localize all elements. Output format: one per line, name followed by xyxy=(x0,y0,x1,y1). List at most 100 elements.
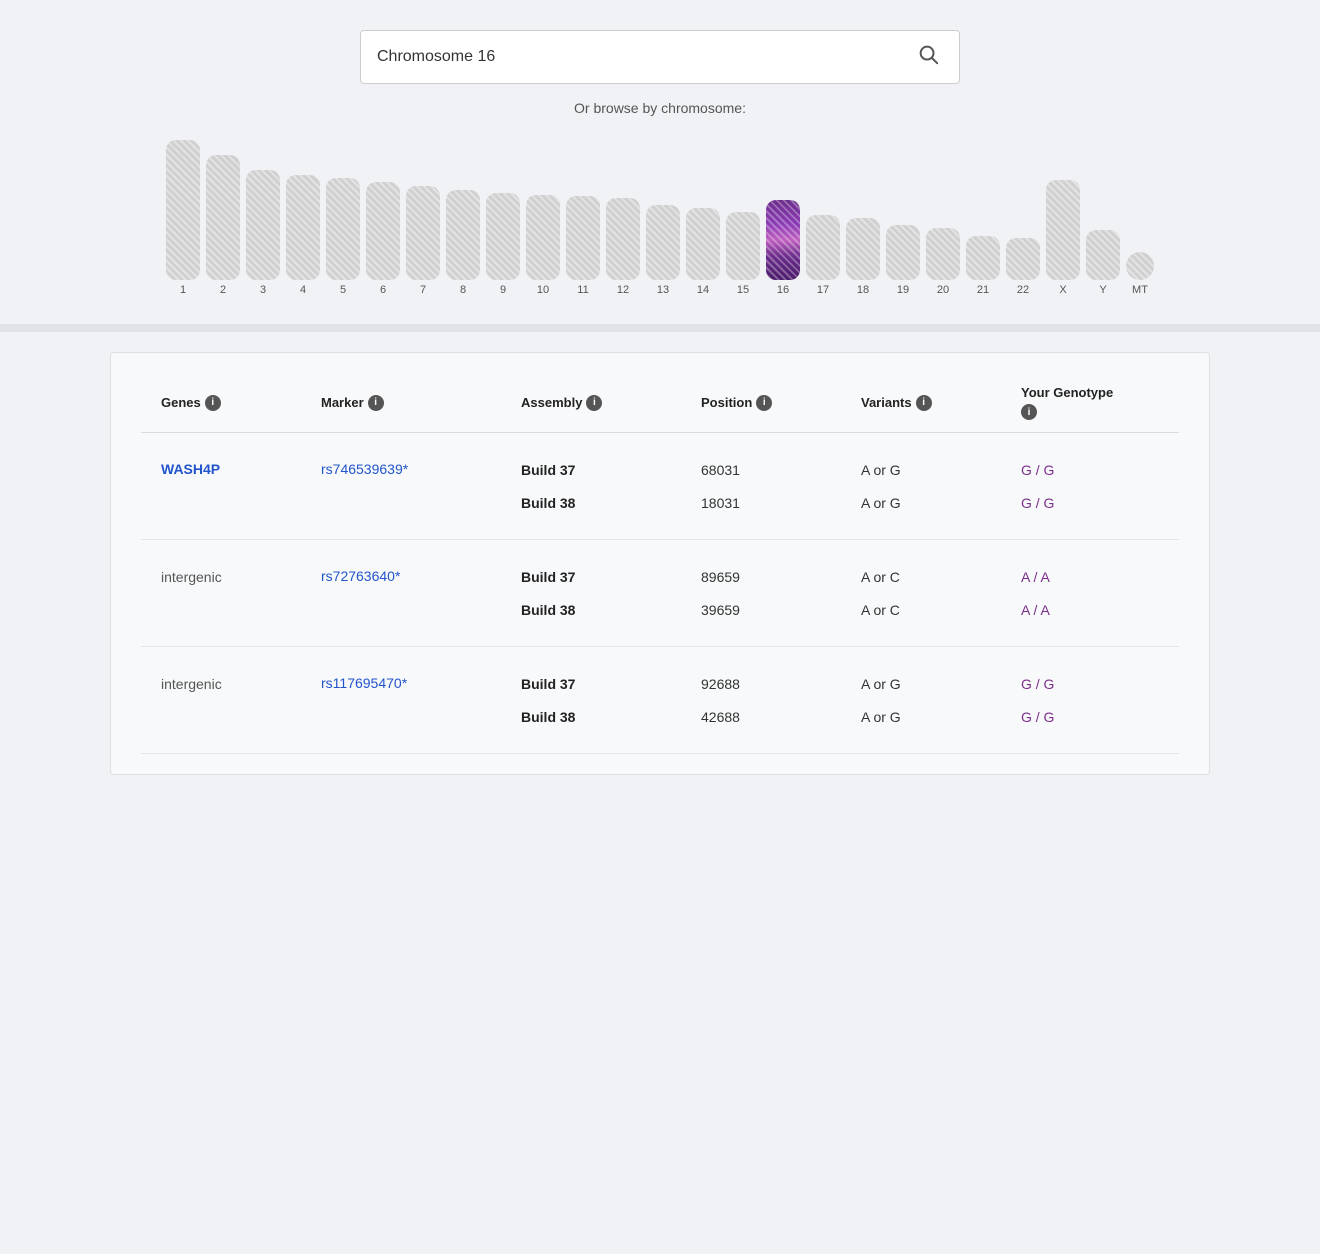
chromosome-16[interactable]: 16 xyxy=(766,200,800,296)
chromosome-17[interactable]: 17 xyxy=(806,215,840,296)
chromosome-12[interactable]: 12 xyxy=(606,198,640,296)
variants-cell: A or C xyxy=(861,569,1021,585)
chromosome-label-16: 16 xyxy=(777,284,789,296)
genes-info-icon[interactable]: i xyxy=(205,395,221,411)
assembly-header-label: Assembly xyxy=(521,395,582,410)
chromosome-19[interactable]: 19 xyxy=(886,225,920,296)
table-row: WASH4Prs746539639*Build 3768031A or GG /… xyxy=(141,433,1179,540)
table-row: intergenicrs117695470* Build 3792688A or … xyxy=(141,647,1179,754)
genotype-cell: G / G xyxy=(1021,709,1161,725)
genotype-info-icon[interactable]: i xyxy=(1021,404,1037,420)
table-body: WASH4Prs746539639*Build 3768031A or GG /… xyxy=(141,433,1179,754)
chromosome-21[interactable]: 21 xyxy=(966,236,1000,296)
position-cell: 42688 xyxy=(701,709,861,725)
chromosome-6[interactable]: 6 xyxy=(366,182,400,296)
chromosome-label-10: 10 xyxy=(537,284,549,296)
variants-header-label: Variants xyxy=(861,395,912,410)
chromosome-label-21: 21 xyxy=(977,284,989,296)
results-table-section: Genes i Marker i Assembly i Position i V… xyxy=(110,352,1210,775)
chromosome-3[interactable]: 3 xyxy=(246,170,280,296)
chromosome-label-18: 18 xyxy=(857,284,869,296)
col-header-genotype: Your Genotype i xyxy=(1021,385,1161,420)
position-cell: 39659 xyxy=(701,602,861,618)
search-button[interactable] xyxy=(913,43,943,71)
chromosome-label-15: 15 xyxy=(737,284,749,296)
chromosome-14[interactable]: 14 xyxy=(686,208,720,296)
chromosome-5[interactable]: 5 xyxy=(326,178,360,296)
top-section: Or browse by chromosome: 123456789101112… xyxy=(0,0,1320,324)
genotype-cell: G / G xyxy=(1021,462,1161,478)
marker-link[interactable]: rs746539639* xyxy=(321,461,408,477)
chromosome-Y[interactable]: Y xyxy=(1086,230,1120,296)
chromosome-label-17: 17 xyxy=(817,284,829,296)
col-header-variants: Variants i xyxy=(861,385,1021,420)
chromosome-13[interactable]: 13 xyxy=(646,205,680,296)
chromosome-9[interactable]: 9 xyxy=(486,193,520,296)
genotype-cell: A / A xyxy=(1021,569,1161,585)
chromosome-10[interactable]: 10 xyxy=(526,195,560,296)
assembly-cell: Build 38 xyxy=(521,709,701,725)
chromosome-22[interactable]: 22 xyxy=(1006,238,1040,296)
data-row-0-1: Build 3818031A or GG / G xyxy=(161,487,1179,519)
marker-cell[interactable]: rs746539639* xyxy=(321,461,521,479)
genotype-header-label: Your Genotype xyxy=(1021,385,1113,400)
chromosome-11[interactable]: 11 xyxy=(566,196,600,296)
gene-link[interactable]: WASH4P xyxy=(161,461,220,477)
chromosome-18[interactable]: 18 xyxy=(846,218,880,296)
chromosome-4[interactable]: 4 xyxy=(286,175,320,296)
chromosome-label-9: 9 xyxy=(500,284,506,296)
data-row-2-1: Build 3842688A or GG / G xyxy=(161,701,1179,733)
assembly-cell: Build 37 xyxy=(521,462,701,478)
chromosome-label-Y: Y xyxy=(1099,284,1106,296)
chromosome-MT[interactable]: MT xyxy=(1126,252,1154,296)
position-cell: 18031 xyxy=(701,495,861,511)
assembly-cell: Build 37 xyxy=(521,676,701,692)
chromosome-label-8: 8 xyxy=(460,284,466,296)
browse-label: Or browse by chromosome: xyxy=(574,100,746,116)
marker-link[interactable]: rs117695470* xyxy=(321,675,407,691)
chromosome-label-19: 19 xyxy=(897,284,909,296)
genes-header-label: Genes xyxy=(161,395,201,410)
section-divider xyxy=(0,324,1320,332)
col-header-marker: Marker i xyxy=(321,385,521,420)
chromosome-1[interactable]: 1 xyxy=(166,140,200,296)
marker-cell[interactable]: rs117695470* xyxy=(321,675,521,693)
variants-info-icon[interactable]: i xyxy=(916,395,932,411)
position-cell: 68031 xyxy=(701,462,861,478)
variants-cell: A or G xyxy=(861,676,1021,692)
position-cell: 92688 xyxy=(701,676,861,692)
genotype-cell: A / A xyxy=(1021,602,1161,618)
genotype-cell: G / G xyxy=(1021,495,1161,511)
chromosome-label-14: 14 xyxy=(697,284,709,296)
chromosome-7[interactable]: 7 xyxy=(406,186,440,296)
chromosome-2[interactable]: 2 xyxy=(206,155,240,296)
gene-cell[interactable]: WASH4P xyxy=(161,461,321,479)
marker-link[interactable]: rs72763640* xyxy=(321,568,400,584)
chromosome-label-4: 4 xyxy=(300,284,306,296)
chromosome-X[interactable]: X xyxy=(1046,180,1080,296)
position-cell: 89659 xyxy=(701,569,861,585)
marker-info-icon[interactable]: i xyxy=(368,395,384,411)
data-row-2-0: intergenicrs117695470* Build 3792688A or … xyxy=(161,667,1179,701)
chromosome-label-2: 2 xyxy=(220,284,226,296)
search-icon xyxy=(917,43,939,65)
variants-cell: A or C xyxy=(861,602,1021,618)
col-header-position: Position i xyxy=(701,385,861,420)
chromosome-label-11: 11 xyxy=(577,284,588,296)
chromosome-label-1: 1 xyxy=(180,284,186,296)
gene-cell: intergenic xyxy=(161,676,321,692)
chromosome-15[interactable]: 15 xyxy=(726,212,760,296)
chromosome-label-13: 13 xyxy=(657,284,669,296)
data-row-1-0: intergenicrs72763640*Build 3789659A or C… xyxy=(161,560,1179,594)
genotype-cell: G / G xyxy=(1021,676,1161,692)
chromosome-20[interactable]: 20 xyxy=(926,228,960,296)
position-info-icon[interactable]: i xyxy=(756,395,772,411)
data-row-1-1: Build 3839659A or CA / A xyxy=(161,594,1179,626)
marker-cell[interactable]: rs72763640* xyxy=(321,568,521,586)
assembly-cell: Build 38 xyxy=(521,602,701,618)
assembly-cell: Build 38 xyxy=(521,495,701,511)
search-bar xyxy=(360,30,960,84)
chromosome-8[interactable]: 8 xyxy=(446,190,480,296)
assembly-info-icon[interactable]: i xyxy=(586,395,602,411)
search-input[interactable] xyxy=(377,48,913,66)
